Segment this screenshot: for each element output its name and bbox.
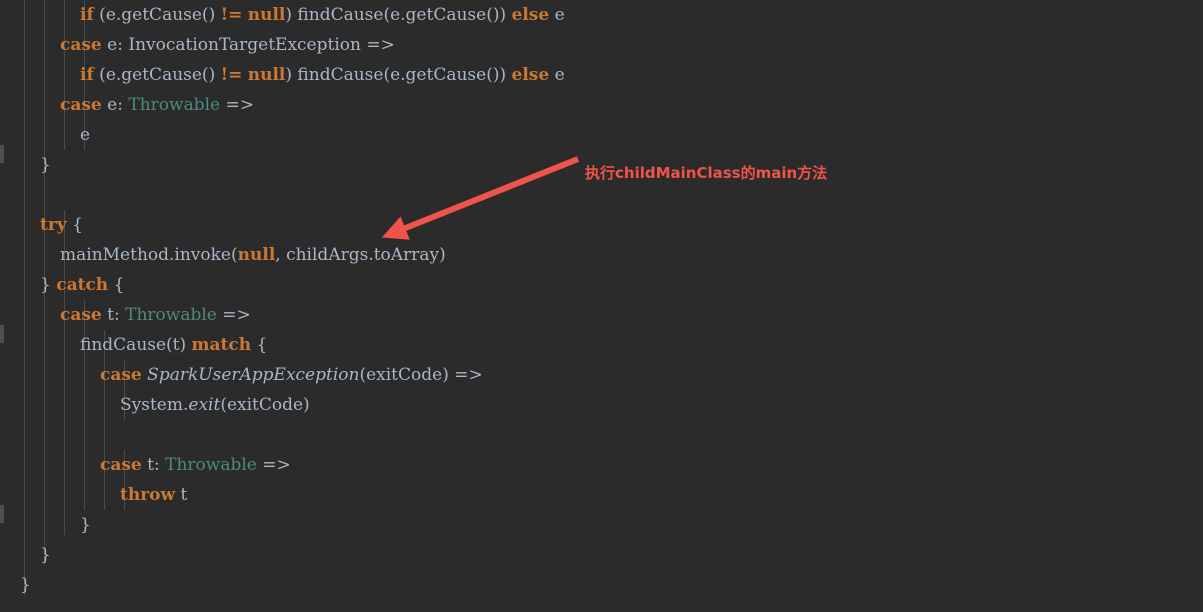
code-token: mainMethod.invoke(: [60, 245, 238, 265]
code-token: case: [60, 305, 102, 325]
code-line[interactable]: [0, 180, 40, 210]
code-line[interactable]: findCause(t) match {: [0, 330, 267, 360]
code-line[interactable]: if (e.getCause() != null) findCause(e.ge…: [0, 60, 565, 90]
code-token: throw: [120, 485, 176, 505]
code-token: Throwable: [128, 95, 221, 115]
code-token: (exitCode) =>: [359, 365, 483, 385]
code-line[interactable]: if (e.getCause() != null) findCause(e.ge…: [0, 0, 565, 30]
code-line[interactable]: case SparkUserAppException(exitCode) =>: [0, 360, 483, 390]
code-token: else: [511, 65, 550, 85]
code-line[interactable]: mainMethod.invoke(null, childArgs.toArra…: [0, 240, 446, 270]
code-token: System.: [120, 395, 189, 415]
code-token: exit: [188, 395, 221, 415]
code-token: =>: [216, 305, 251, 325]
code-token: if: [80, 5, 94, 25]
code-token: SparkUserAppException: [147, 365, 360, 385]
code-token: null: [237, 245, 276, 265]
code-token: Throwable: [125, 305, 217, 325]
code-token: if: [80, 65, 94, 85]
code-line[interactable]: }: [0, 570, 31, 600]
code-token: case: [100, 365, 142, 385]
code-token: e: [549, 5, 565, 25]
code-token: (exitCode): [220, 395, 310, 415]
code-line[interactable]: case t: Throwable =>: [0, 450, 291, 480]
code-line[interactable]: }: [0, 510, 91, 540]
code-token: case: [60, 95, 102, 115]
code-token: t: [175, 485, 188, 505]
code-token: }: [40, 545, 51, 565]
code-token: !=: [220, 5, 243, 25]
code-line[interactable]: case e: Throwable =>: [0, 90, 254, 120]
code-line[interactable]: }: [0, 540, 51, 570]
code-token: null: [247, 65, 286, 85]
code-token: }: [20, 575, 31, 595]
code-line[interactable]: try {: [0, 210, 83, 240]
code-line[interactable]: case t: Throwable =>: [0, 300, 251, 330]
code-token: !=: [220, 65, 243, 85]
code-token: (e.getCause(): [93, 5, 221, 25]
annotation-label: 执行childMainClass的main方法: [585, 164, 828, 182]
code-token: ) findCause(e.getCause()): [285, 65, 512, 85]
code-line[interactable]: case e: InvocationTargetException =>: [0, 30, 395, 60]
code-token: {: [108, 275, 125, 295]
code-token: null: [247, 5, 286, 25]
code-token: e: [549, 65, 565, 85]
code-token: }: [80, 515, 91, 535]
code-line[interactable]: } catch {: [0, 270, 124, 300]
code-line[interactable]: e: [0, 120, 90, 150]
code-token: =>: [220, 95, 254, 115]
code-token: =>: [360, 35, 395, 55]
code-line[interactable]: [0, 420, 100, 450]
code-token: e:: [101, 95, 129, 115]
code-token: InvocationTargetException: [128, 35, 361, 55]
code-token: {: [66, 215, 83, 235]
code-token: e:: [101, 35, 129, 55]
code-token: }: [40, 275, 57, 295]
code-token: {: [251, 335, 268, 355]
code-content[interactable]: if (e.getCause() != null) findCause(e.ge…: [0, 0, 1203, 612]
code-token: findCause(t): [80, 335, 192, 355]
code-token: match: [191, 335, 252, 355]
code-line[interactable]: }: [0, 150, 51, 180]
code-token: e: [80, 125, 91, 145]
code-token: ) findCause(e.getCause()): [285, 5, 512, 25]
code-token: case: [60, 35, 102, 55]
code-token: catch: [56, 275, 109, 295]
code-token: }: [40, 155, 51, 175]
code-token: =>: [256, 455, 291, 475]
code-token: t:: [141, 455, 166, 475]
code-token: , childArgs.toArray): [275, 245, 446, 265]
code-token: try: [40, 215, 67, 235]
code-token: Throwable: [165, 455, 257, 475]
code-line[interactable]: System.exit(exitCode): [0, 390, 310, 420]
code-token: case: [100, 455, 142, 475]
code-token: (e.getCause(): [93, 65, 221, 85]
code-line[interactable]: throw t: [0, 480, 187, 510]
code-editor-screenshot: if (e.getCause() != null) findCause(e.ge…: [0, 0, 1203, 612]
code-token: else: [511, 5, 550, 25]
code-token: t:: [101, 305, 126, 325]
